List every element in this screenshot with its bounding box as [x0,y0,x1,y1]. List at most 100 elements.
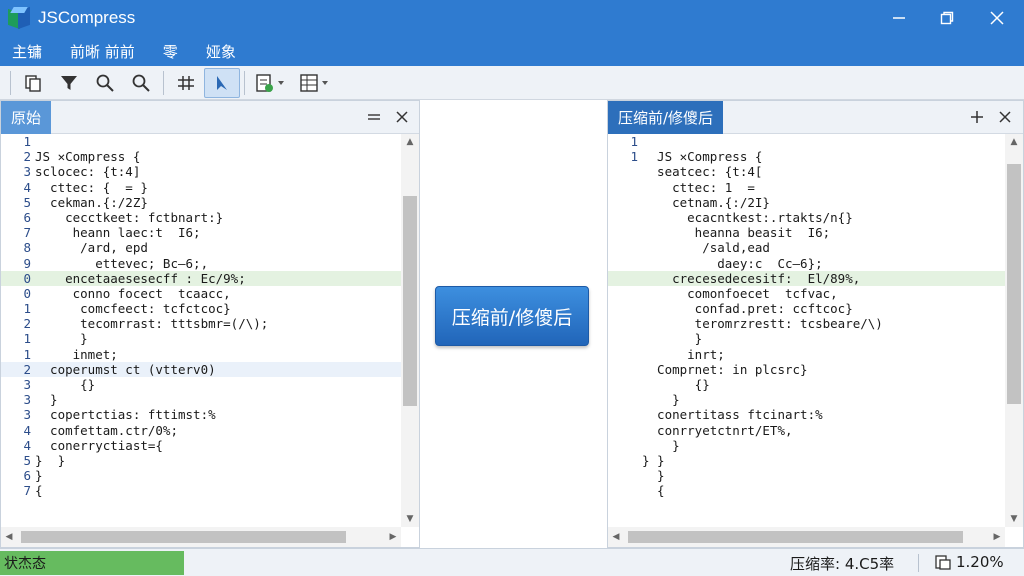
code-text: encetaaesesecff : Ec/9%; [35,270,246,286]
menu-item-tools[interactable]: 零 [163,41,178,62]
line-number: 1 [23,134,31,149]
line-number: 4 [23,422,31,438]
line-number: 1 [630,149,638,165]
select-button[interactable] [204,67,240,98]
menu-item-view[interactable]: 前晰 前前 [70,41,135,62]
search-button[interactable] [87,68,123,98]
code-line: 1 [608,134,1005,149]
code-text: } [35,392,58,408]
panel-add-button[interactable] [966,106,988,128]
scroll-right-icon[interactable]: ▶ [989,527,1005,547]
line-number: 8 [23,240,31,256]
layout-icon [300,73,328,92]
scroll-down-icon[interactable]: ▼ [1005,511,1023,527]
scrollbar-thumb[interactable] [1007,164,1021,404]
panel-menu-button[interactable] [363,106,385,128]
maximize-button[interactable] [924,0,970,36]
menu-item-help[interactable]: 娅象 [206,41,236,62]
compressed-code-editor[interactable]: 11 JS ✕Compress { seatcec: {t:4[ cttec: … [608,134,1005,527]
compress-button[interactable] [168,68,204,98]
code-line: daey:c Cc—6}; [608,256,1005,271]
panel-close-button[interactable] [391,106,413,128]
line-number: 2 [23,316,31,332]
code-text: JS ✕Compress { [35,149,141,165]
code-line: ecacntkest:.rtakts/n{} [608,210,1005,225]
code-text: conno focect tcaacc, [35,285,231,301]
compression-ratio: 压缩率: 4.C5率 [790,555,895,573]
scroll-up-icon[interactable]: ▲ [1005,134,1023,150]
scrollbar-thumb[interactable] [628,531,963,543]
toolbar-separator [244,70,245,95]
code-line: 4 cttec: { = } [1,180,401,195]
compressed-panel-header: 压缩前/修傻后 [608,101,1023,134]
close-icon [396,111,408,123]
horizontal-scrollbar[interactable]: ◀ ▶ [1,527,401,547]
code-text: cttec: { = } [35,179,148,195]
maximize-icon [940,11,954,25]
code-line: 1 inmet; [1,347,401,362]
code-line: 8 /ard, epd [1,240,401,255]
horizontal-scrollbar[interactable]: ◀ ▶ [608,527,1005,547]
code-line: } [608,468,1005,483]
vertical-scrollbar[interactable]: ▲ ▼ [1005,134,1023,527]
vertical-scrollbar[interactable]: ▲ ▼ [401,134,419,527]
status-label: 状杰态 [0,551,184,575]
code-line: } } [608,453,1005,468]
plus-icon [971,111,983,123]
code-line: 3 } [1,392,401,407]
close-button[interactable] [974,0,1020,36]
code-line: 1 JS ✕Compress { [608,149,1005,164]
code-line: } [608,331,1005,346]
scrollbar-thumb[interactable] [403,196,417,406]
code-line: inrt; [608,347,1005,362]
code-line: 6} [1,468,401,483]
code-text: inrt; [642,346,725,362]
filter-icon [61,75,77,90]
code-text: { [642,483,665,499]
code-text: } [642,437,680,453]
line-number: 7 [23,483,31,499]
code-line: 1 [1,134,401,149]
copy-button[interactable] [15,68,51,98]
scroll-up-icon[interactable]: ▲ [401,134,419,150]
close-icon [999,111,1011,123]
line-number: 1 [630,134,638,149]
code-line: 1 comcfeect: tcfctcoc} [1,301,401,316]
status-separator [918,554,919,572]
original-panel-header: 原始 [1,101,419,134]
layout-button[interactable] [293,68,337,98]
code-text: tecomrrast: tttsbmr=(/\); [35,316,269,332]
code-text: heann laec:t I6; [35,225,201,241]
code-line: heanna beasit I6; [608,225,1005,240]
line-number: 2 [23,149,31,165]
scroll-left-icon[interactable]: ◀ [1,527,17,547]
code-line: conertitass ftcinart:% [608,407,1005,422]
close-icon [990,11,1004,25]
scroll-left-icon[interactable]: ◀ [608,527,624,547]
code-text: inmet; [35,346,118,362]
code-text: } [35,468,43,484]
code-line: teromrzrestt: tcsbeare/\) [608,316,1005,331]
export-button[interactable] [249,68,293,98]
menu-item-main[interactable]: 主镛 [12,41,42,62]
search-icon [132,74,150,92]
app-cube-icon [8,6,30,30]
compressed-panel-tab[interactable]: 压缩前/修傻后 [608,101,724,134]
scrollbar-thumb[interactable] [21,531,346,543]
filter-button[interactable] [51,68,87,98]
compress-icon [178,75,194,90]
code-text: {} [642,377,710,392]
code-text: } } [35,452,66,468]
scroll-right-icon[interactable]: ▶ [385,527,401,547]
search-next-button[interactable] [123,68,159,98]
file-size-value: 1.20% [956,553,1004,571]
scroll-down-icon[interactable]: ▼ [401,511,419,527]
original-code-editor[interactable]: 1 2 JS ✕Compress {3 sclocec: {t:4] 4 cttec: … [1,134,401,527]
original-panel-tab[interactable]: 原始 [1,101,52,134]
line-number: 1 [23,346,31,362]
compress-action-button[interactable]: 压缩前/修傻后 [435,286,589,346]
panel-close-button[interactable] [994,106,1016,128]
line-number: 4 [23,437,31,453]
minimize-button[interactable] [876,0,922,36]
code-line: } [608,438,1005,453]
